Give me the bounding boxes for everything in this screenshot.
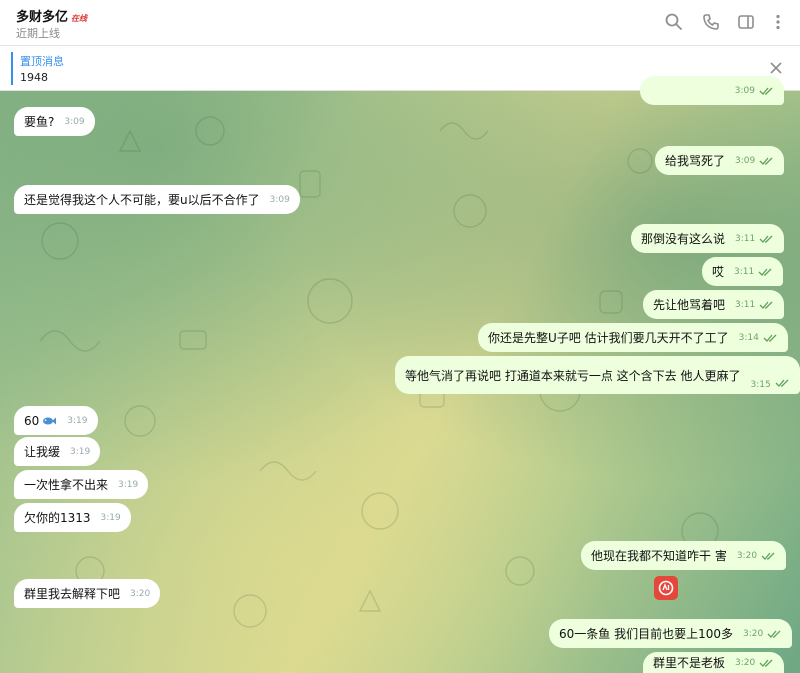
message-time: 3:19 (67, 415, 88, 426)
double-check-icon (759, 659, 773, 667)
fish-icon (43, 417, 57, 424)
message-text: 群里我去解释下吧 (24, 587, 121, 601)
double-check-icon (761, 552, 775, 560)
message-time: 3:11 (734, 266, 755, 277)
message-text: 要鱼? (24, 115, 55, 129)
message-text: 60 (24, 413, 40, 428)
message-bubble-outgoing[interactable]: 等他气消了再说吧 打通道本来就亏一点 这个含下去 他人更麻了 3:15 (395, 356, 800, 394)
double-check-icon (767, 630, 781, 638)
message-bubble-incoming[interactable]: 让我缓 3:19 (14, 437, 101, 466)
message-time: 3:20 (130, 588, 151, 599)
message-bubble-outgoing[interactable]: 他现在我都不知道咋干 害 3:20 (581, 541, 787, 570)
message-time: 3:11 (735, 233, 756, 244)
message-text: 一次性拿不出来 (24, 478, 109, 492)
double-check-icon (758, 268, 772, 276)
pinned-title: 置顶消息 (20, 55, 64, 68)
message-text: 还是觉得我这个人不可能，要u以后不合作了 (24, 193, 260, 207)
message-time: 3:09 (734, 85, 755, 96)
message-time: 3:09 (64, 116, 85, 127)
message-time: 3:11 (735, 299, 756, 310)
message-bubble-outgoing[interactable]: 群里不是老板 3:20 (643, 652, 785, 673)
message-bubble-outgoing[interactable]: 给我骂死了 3:09 (655, 146, 785, 175)
message-text: 给我骂死了 (665, 154, 726, 168)
chat-header: 多财多亿 在线 近期上线 (0, 0, 800, 46)
sidebar-toggle-icon[interactable] (736, 12, 756, 32)
message-time: 3:19 (70, 446, 91, 457)
message-text: 等他气消了再说吧 打通道本来就亏一点 这个含下去 他人更麻了 (405, 368, 741, 383)
pinned-text: 1948 (20, 71, 48, 84)
double-check-icon (763, 334, 777, 342)
message-text: 你还是先整U子吧 估计我们要几天开不了工了 (488, 331, 729, 345)
close-icon[interactable] (768, 60, 784, 76)
message-bubble-incoming[interactable]: 要鱼? 3:09 (14, 107, 95, 136)
message-text: 哎 (712, 265, 725, 279)
last-seen-status: 近期上线 (16, 27, 60, 40)
message-bubble-incoming[interactable]: 60 3:19 (14, 406, 98, 435)
message-bubble-outgoing[interactable]: 那倒没有这么说 3:11 (631, 224, 785, 253)
message-text: 群里不是老板 (653, 656, 726, 670)
online-tag: 在线 (71, 14, 88, 23)
chat-title-text: 多财多亿 (16, 10, 69, 25)
double-check-icon (775, 379, 789, 387)
badge-glyph-icon (658, 580, 674, 596)
message-text: 那倒没有这么说 (641, 232, 726, 246)
message-bubble-outgoing[interactable]: 先让他骂着吧 3:11 (643, 290, 785, 319)
message-time: 3:20 (735, 657, 756, 668)
badge-icon[interactable] (654, 576, 678, 600)
message-bubble-outgoing[interactable]: 哎 3:11 (702, 257, 784, 286)
message-text: 让我缓 (24, 445, 61, 459)
double-check-icon (759, 235, 773, 243)
message-bubble-outgoing[interactable]: 3:09 (640, 76, 784, 105)
double-check-icon (759, 87, 773, 95)
message-bubble-incoming[interactable]: 群里我去解释下吧 3:20 (14, 579, 161, 608)
message-time: 3:14 (738, 332, 759, 343)
search-icon[interactable] (664, 12, 684, 32)
message-bubble-outgoing[interactable]: 60一条鱼 我们目前也要上100多 3:20 (549, 619, 793, 648)
message-time: 3:09 (269, 194, 290, 205)
message-time: 3:20 (743, 628, 764, 639)
message-time: 3:15 (750, 380, 771, 390)
message-time: 3:09 (735, 155, 756, 166)
message-text: 欠你的1313 (24, 511, 91, 525)
message-bubble-incoming[interactable]: 一次性拿不出来 3:19 (14, 470, 149, 499)
message-text: 先让他骂着吧 (653, 298, 726, 312)
message-time: 3:19 (118, 479, 139, 490)
message-bubble-incoming[interactable]: 还是觉得我这个人不可能，要u以后不合作了 3:09 (14, 185, 300, 214)
pinned-indicator (11, 52, 13, 85)
double-check-icon (759, 301, 773, 309)
phone-icon[interactable] (701, 12, 721, 32)
message-time: 3:19 (100, 512, 121, 523)
more-options-icon[interactable] (768, 12, 788, 32)
message-bubble-incoming[interactable]: 欠你的1313 3:19 (14, 503, 131, 532)
message-bubble-outgoing[interactable]: 你还是先整U子吧 估计我们要几天开不了工了 3:14 (478, 323, 788, 352)
message-time: 3:20 (736, 550, 758, 561)
message-text: 他现在我都不知道咋干 害 (591, 549, 727, 563)
chat-title[interactable]: 多财多亿 在线 (16, 6, 87, 25)
double-check-icon (759, 157, 773, 165)
message-text: 60一条鱼 我们目前也要上100多 (559, 627, 733, 641)
